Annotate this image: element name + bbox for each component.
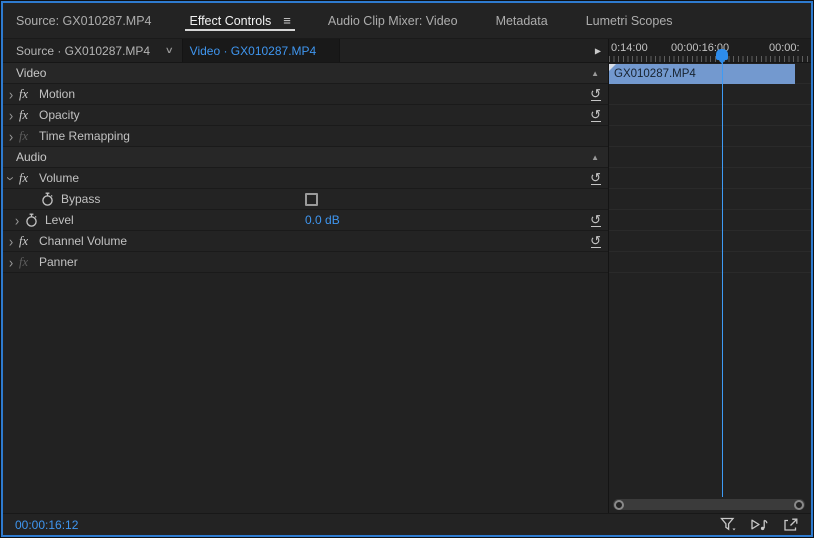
reset-level-button[interactable]: ↺ [590,213,601,227]
stopwatch-icon[interactable] [41,192,54,207]
status-bar: 00:00:16:12 [3,513,811,535]
current-timecode[interactable]: 00:00:16:12 [15,518,78,532]
level-value[interactable]: 0.0 dB [305,213,340,227]
channel-volume-label: Channel Volume [39,234,128,248]
tab-effect-controls-label: Effect Controls [189,13,272,28]
scrollbar-right-handle[interactable] [794,499,804,510]
reset-motion-button[interactable]: ↺ [590,87,601,101]
tab-effect-controls[interactable]: Effect Controls ≡ [171,3,309,38]
tab-audio-clip-mixer[interactable]: Audio Clip Mixer: Video [309,3,477,38]
fx-badge-icon[interactable]: fx [19,108,39,123]
fx-badge-icon[interactable]: fx [19,234,39,249]
panel-menu-icon[interactable]: ≡ [283,13,291,28]
effect-list-empty-area [3,273,608,513]
ruler-ticks [609,56,811,62]
tab-metadata[interactable]: Metadata [477,3,567,38]
time-remapping-label: Time Remapping [39,129,130,143]
section-header-audio[interactable]: Audio ▲ [3,147,608,168]
volume-label: Volume [39,171,80,185]
effect-row-opacity[interactable]: › fx Opacity ↺ [3,105,608,126]
active-clip-subtab[interactable]: Video · GX010287.MP4 [181,39,340,62]
fx-badge-disabled-icon: fx [19,254,29,269]
effect-row-time-remapping[interactable]: › fx Time Remapping [3,126,608,147]
main-area: Source · GX010287.MP4 ∨ Video · GX010287… [2,39,811,513]
chevron-right-icon[interactable]: › [9,255,13,270]
effect-row-volume[interactable]: › fx Volume ↺ [2,168,608,189]
ruler-tick-label: 0:14:00 [611,42,648,54]
section-header-video[interactable]: Video ▲ [3,63,608,84]
effect-timeline-column: 0:14:00 00:00:16:00 00:00: GX010287.MP4 [609,39,811,513]
clip-selector-strip: Source · GX010287.MP4 ∨ Video · GX010287… [3,39,608,63]
video-section-label: Video [16,66,47,80]
audio-section-label: Audio [16,150,47,164]
effect-rows: Video ▲ › fx Motion ↺ › fx Opacity ↺ › f… [2,63,608,273]
fx-badge-icon[interactable]: fx [19,87,39,102]
stopwatch-icon[interactable] [25,213,38,228]
collapse-up-icon[interactable]: ▲ [591,153,599,162]
chevron-right-icon[interactable]: › [9,108,13,123]
chevron-right-icon[interactable]: › [15,213,19,228]
reset-volume-button[interactable]: ↺ [590,171,601,185]
timeline-body: GX010287.MP4 [609,63,811,513]
timeline-clip[interactable]: GX010287.MP4 [609,64,795,84]
opacity-label: Opacity [39,108,80,122]
bypass-label: Bypass [61,192,101,206]
status-bar-icons [720,517,799,532]
ruler-tick-label: 00:00: [769,42,800,54]
playhead-line[interactable] [722,61,723,497]
scrollbar-left-handle[interactable] [614,499,624,510]
effect-row-motion[interactable]: › fx Motion ↺ [3,84,608,105]
timeline-zoom-scrollbar[interactable] [613,499,805,510]
filter-properties-icon[interactable] [720,517,737,532]
effect-controls-panel: Source: GX010287.MP4 Effect Controls ≡ A… [1,1,813,537]
timeline-ruler[interactable]: 0:14:00 00:00:16:00 00:00: [609,39,811,63]
motion-label: Motion [39,87,76,101]
export-frame-icon[interactable] [783,517,799,532]
playhead-handle[interactable] [716,49,728,64]
chevron-right-icon[interactable]: › [9,129,13,144]
param-row-bypass: Bypass [3,189,608,210]
collapse-up-icon[interactable]: ▲ [591,69,599,78]
chevron-right-icon[interactable]: › [9,87,13,102]
chevron-right-icon[interactable]: › [9,234,13,249]
fx-badge-icon[interactable]: fx [19,171,39,186]
tab-source-monitor[interactable]: Source: GX010287.MP4 [3,3,171,38]
expand-right-icon[interactable]: ▶ [595,46,601,55]
param-row-level: › Level 0.0 dB ↺ [3,210,608,231]
tab-lumetri-scopes[interactable]: Lumetri Scopes [567,3,692,38]
panner-label: Panner [39,255,78,269]
source-clip-label: Source · GX010287.MP4 [16,43,151,58]
effect-list-column: Source · GX010287.MP4 ∨ Video · GX010287… [2,39,608,513]
chevron-down-icon[interactable]: ∨ [165,45,174,56]
effect-row-channel-volume[interactable]: › fx Channel Volume ↺ [3,231,608,252]
reset-opacity-button[interactable]: ↺ [590,108,601,122]
bypass-checkbox[interactable] [305,192,318,206]
panel-tab-bar: Source: GX010287.MP4 Effect Controls ≡ A… [3,3,811,39]
level-label: Level [45,213,74,227]
timeline-row-separators [609,63,811,276]
reset-channel-volume-button[interactable]: ↺ [590,234,601,248]
chevron-open-icon[interactable]: › [2,176,19,180]
play-audio-icon[interactable] [750,517,770,532]
fx-badge-disabled-icon: fx [19,128,29,143]
effect-row-panner[interactable]: › fx Panner [3,252,608,273]
